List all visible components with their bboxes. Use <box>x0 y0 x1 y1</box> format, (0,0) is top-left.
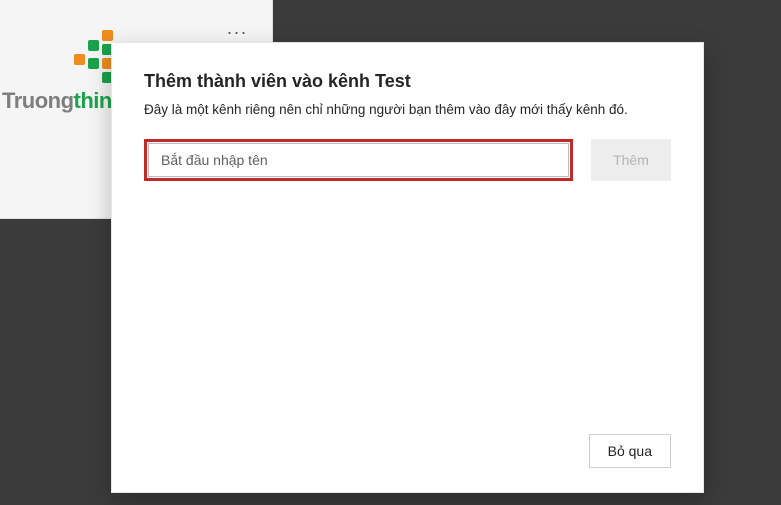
skip-button[interactable]: Bỏ qua <box>589 434 671 468</box>
input-highlight-frame <box>144 139 573 181</box>
add-members-dialog: Thêm thành viên vào kênh Test Đây là một… <box>111 42 704 493</box>
dialog-title: Thêm thành viên vào kênh Test <box>144 71 671 92</box>
more-options-button[interactable]: ··· <box>222 22 252 42</box>
dialog-footer: Bỏ qua <box>144 434 671 468</box>
member-name-input[interactable] <box>148 143 569 177</box>
dialog-description: Đây là một kênh riêng nên chỉ những ngườ… <box>144 102 671 117</box>
add-button[interactable]: Thêm <box>591 139 671 181</box>
input-row: Thêm <box>144 139 671 181</box>
